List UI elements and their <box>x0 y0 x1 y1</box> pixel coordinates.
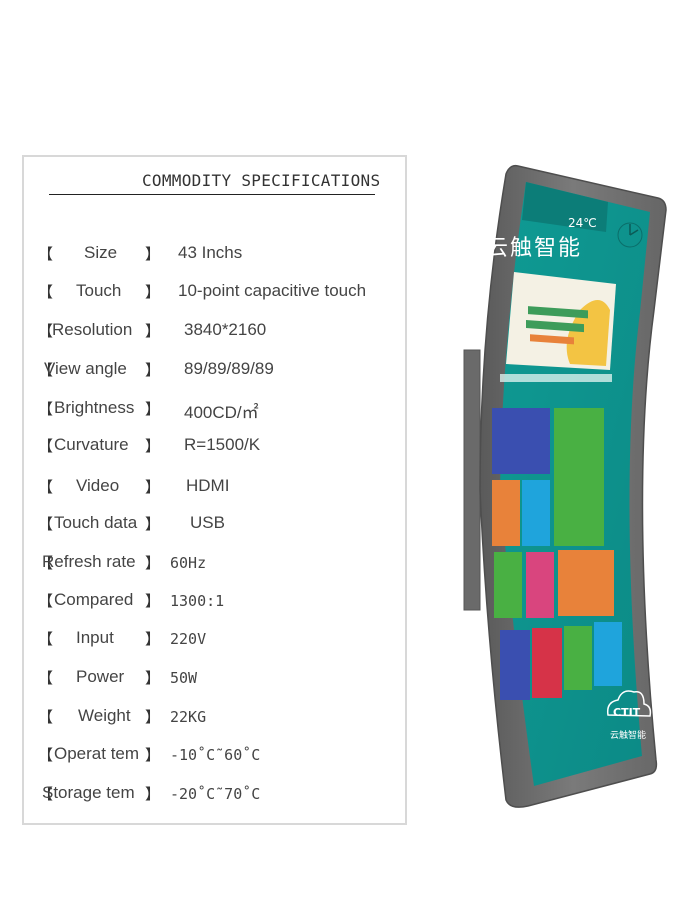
spec-row: 【Compared 】 1300:1 <box>38 590 398 616</box>
tile-7 <box>558 550 614 616</box>
bracket-close: 】 <box>145 400 161 418</box>
bracket-close: 】 <box>145 283 161 301</box>
spec-panel: COMMODITY SPECIFICATIONS 【Size】 43 Inchs 【… <box>22 155 407 825</box>
spec-label: Touch data <box>54 513 138 532</box>
spec-row: 【Resolution 】 3840*2160 <box>38 320 398 346</box>
spec-row: 【 Input 】 220V <box>38 628 398 654</box>
spec-title: COMMODITY SPECIFICATIONS <box>142 171 381 190</box>
spec-label: Curvature <box>54 435 129 454</box>
spec-label: Brightness <box>54 398 135 417</box>
curved-display-device: 云触智能 24℃ CTIT 云触智能 <box>440 160 680 820</box>
spec-label: Weight <box>78 706 131 725</box>
spec-value: 50W <box>170 669 198 687</box>
spec-row: 【 Power 】 50W <box>38 667 398 693</box>
bracket-open: 【 <box>38 630 54 648</box>
spec-value: 400CD/㎡ <box>184 403 259 422</box>
tile-2 <box>554 408 604 546</box>
tile-8 <box>500 630 530 700</box>
tile-10 <box>564 626 592 690</box>
tile-6 <box>526 552 554 618</box>
spec-value: 60Hz <box>170 554 207 572</box>
spec-value: 43 Inchs <box>178 243 243 262</box>
logo-text: CTIT <box>613 706 641 719</box>
notice-text <box>500 374 612 382</box>
spec-value: 89/89/89/89 <box>184 359 274 378</box>
bracket-close: 】 <box>145 592 161 610</box>
title-underline <box>49 194 375 195</box>
bracket-open: 【 <box>38 515 54 533</box>
wall-mount-bracket <box>463 349 481 611</box>
spec-row: 【Refresh rate】 60Hz <box>38 552 398 578</box>
bracket-close: 】 <box>145 322 161 340</box>
bracket-close: 】 <box>145 554 161 572</box>
bracket-open: 【 <box>38 592 54 610</box>
bracket-close: 】 <box>145 361 161 379</box>
spec-value: R=1500/K <box>184 435 261 454</box>
tile-3 <box>492 480 520 546</box>
bracket-open: 【 <box>38 669 54 687</box>
bracket-open: 【 <box>38 437 54 455</box>
bracket-close: 】 <box>145 746 161 764</box>
spec-value: -10˚C˜60˚C <box>170 746 261 764</box>
bracket-open: 【 <box>38 708 54 726</box>
bracket-close: 】 <box>145 669 161 687</box>
spec-label: Compared <box>54 590 134 609</box>
spec-row: 【Curvature 】 R=1500/K <box>38 435 398 461</box>
bracket-open: 【 <box>38 283 54 301</box>
spec-value: USB <box>190 513 225 532</box>
spec-row: 【View angle】 89/89/89/89 <box>38 359 398 385</box>
spec-row: 【 Weight 】 22KG <box>38 706 398 732</box>
bracket-open: 【 <box>38 322 54 340</box>
logo-subtext: 云触智能 <box>610 731 647 741</box>
bracket-close: 】 <box>145 437 161 455</box>
spec-label: Storage tem <box>42 783 135 802</box>
spec-label: Refresh rate <box>42 552 136 571</box>
spec-value: 22KG <box>170 708 207 726</box>
bracket-close: 】 <box>145 785 161 803</box>
spec-value: 10-point capacitive touch <box>178 281 367 300</box>
spec-row: 【Operat tem 】 -10˚C˜60˚C <box>38 744 398 770</box>
tile-1 <box>492 408 550 474</box>
spec-label: Resolution <box>52 320 133 339</box>
tile-11 <box>594 622 622 686</box>
bracket-close: 】 <box>145 515 161 533</box>
bracket-close: 】 <box>145 708 161 726</box>
bracket-close: 】 <box>145 245 161 263</box>
bracket-close: 】 <box>145 478 161 496</box>
bracket-open: 【 <box>38 245 54 263</box>
spec-label: Video <box>76 476 120 495</box>
spec-value: 3840*2160 <box>184 320 267 339</box>
temperature-readout: 24℃ <box>568 216 597 230</box>
bracket-open: 【 <box>38 400 54 418</box>
spec-label: Operat tem <box>54 744 140 763</box>
tile-4 <box>522 480 550 546</box>
spec-label: Input <box>76 628 114 647</box>
spec-row: 【Storage tem】 -20˚C˜70˚C <box>38 783 398 809</box>
spec-row: 【 Size 】 43 Inchs <box>38 243 398 269</box>
tile-5 <box>494 552 522 618</box>
spec-label: Touch <box>76 281 122 300</box>
spec-value: 220V <box>170 630 207 648</box>
spec-row: 【Brightness 】 400CD/㎡ <box>38 398 398 424</box>
spec-row: 【 Video 】 HDMI <box>38 476 398 502</box>
spec-row: 【 Touch 】 10-point capacitive touch <box>38 281 398 307</box>
spec-row: 【Touch data 】 USB <box>38 513 398 539</box>
bracket-open: 【 <box>38 478 54 496</box>
brand-text: 云触智能 <box>486 236 583 261</box>
spec-value: 1300:1 <box>170 592 225 610</box>
spec-label: View angle <box>44 359 127 378</box>
bracket-open: 【 <box>38 746 54 764</box>
spec-label: Size <box>84 243 118 262</box>
tile-9 <box>532 628 562 698</box>
bracket-close: 】 <box>145 630 161 648</box>
spec-label: Power <box>76 667 125 686</box>
spec-value: HDMI <box>186 476 230 495</box>
spec-value: -20˚C˜70˚C <box>170 785 261 803</box>
